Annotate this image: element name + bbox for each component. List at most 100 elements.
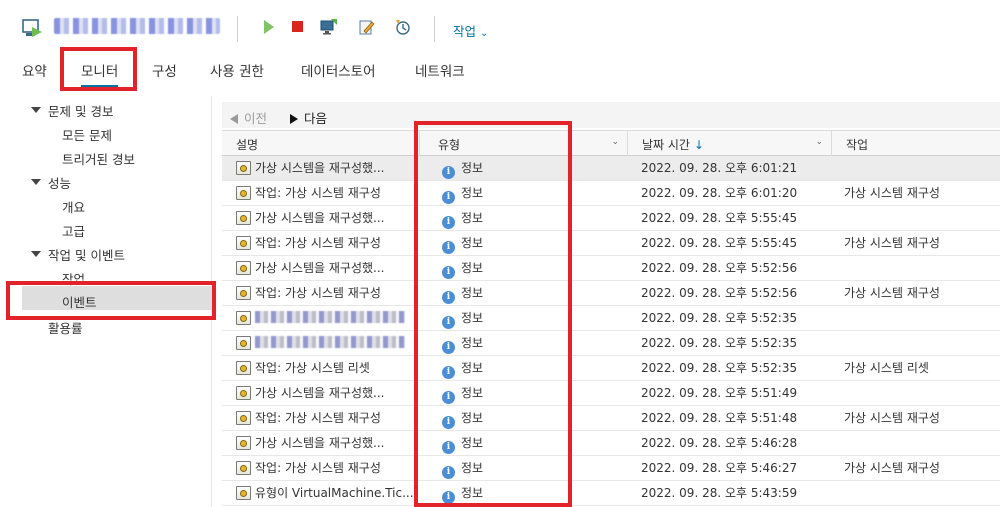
next-button[interactable]: 다음 [290,108,327,127]
prev-button[interactable]: 이전 [230,108,267,127]
arrow-left-icon [230,114,238,124]
cell-description: 가상 시스템을 재구성했... [236,156,416,180]
type-text: 정보 [461,411,484,425]
cell-description: 가상 시스템을 재구성했... [236,256,416,280]
cell-task[interactable]: 가상 시스템 리셋 [844,356,1000,380]
toolbar-divider [434,16,435,42]
description-text: 가상 시스템을 재구성했... [255,386,385,400]
sidebar-item-triggered-alarms[interactable]: 트리거된 경보 [62,149,135,168]
info-icon: i [442,241,455,254]
tab-configure[interactable]: 구성 [152,60,177,80]
cell-type: i 정보 [442,281,612,305]
column-header-type[interactable]: 유형 ⌄ [424,131,628,156]
cell-type: i 정보 [442,406,612,430]
sidebar-section-performance[interactable]: 성능 [48,173,71,192]
table-row[interactable]: i 정보 2022. 09. 28. 오후 5:52:35 [222,306,1000,331]
filter-chevron-icon[interactable]: ⌄ [815,137,823,147]
cell-type: i 정보 [442,181,612,205]
type-text: 정보 [461,336,484,350]
description-text: 유형이 VirtualMachine.Tic... [255,486,414,500]
event-icon [236,236,251,250]
info-icon: i [442,366,455,379]
description-text: 작업: 가상 시스템 재구성 [255,286,381,300]
cell-description: 작업: 가상 시스템 재구성 [236,406,416,430]
table-row[interactable]: 가상 시스템을 재구성했... i 정보 2022. 09. 28. 오후 5:52:… [222,256,1000,281]
cell-task[interactable]: 가상 시스템 재구성 [844,231,1000,255]
sidebar-selected-background [22,286,212,310]
description-text: 작업: 가상 시스템 재구성 [255,186,381,200]
info-icon: i [442,191,455,204]
sidebar-section-issues-alarms[interactable]: 문제 및 경보 [48,101,113,120]
sidebar-item-all-issues[interactable]: 모든 문제 [62,125,112,144]
cell-task[interactable]: 가상 시스템 재구성 [844,406,1000,430]
table-row[interactable]: i 정보 2022. 09. 28. 오후 5:52:35 [222,331,1000,356]
sort-descending-icon: ↓ [693,138,705,152]
caret-down-icon[interactable] [31,107,41,113]
filter-chevron-icon[interactable]: ⌄ [611,137,619,147]
table-row[interactable]: 작업: 가상 시스템 재구성 i 정보 2022. 09. 28. 오후 5:52:5… [222,281,1000,306]
info-icon: i [442,391,455,404]
table-row[interactable]: 가상 시스템을 재구성했... i 정보 2022. 09. 28. 오후 5:46:… [222,431,1000,456]
cell-type: i 정보 [442,456,612,480]
column-header-task[interactable]: 작업 [832,131,1000,156]
table-row[interactable]: 유형이 VirtualMachine.Tic... i 정보 2022. 09. 28… [222,481,1000,506]
cell-type: i 정보 [442,231,612,255]
event-icon [236,261,251,275]
table-row[interactable]: 작업: 가상 시스템 재구성 i 정보 2022. 09. 28. 오후 5:46:2… [222,456,1000,481]
tab-bar: 요약 모니터 구성 사용 권한 데이터스토어 네트워크 [0,52,1000,88]
event-icon [236,311,251,325]
table-row[interactable]: 작업: 가상 시스템 재구성 i 정보 2022. 09. 28. 오후 5:55:4… [222,231,1000,256]
table-row[interactable]: 가상 시스템을 재구성했... i 정보 2022. 09. 28. 오후 6:01:… [222,156,1000,181]
table-row[interactable]: 작업: 가상 시스템 재구성 i 정보 2022. 09. 28. 오후 6:01:2… [222,181,1000,206]
column-header-datetime[interactable]: 날짜 시간 ↓ ⌄ [628,131,832,156]
column-header-description[interactable]: 설명 [222,131,420,156]
tab-permissions[interactable]: 사용 권한 [210,60,264,80]
cell-datetime: 2022. 09. 28. 오후 5:43:59 [641,486,798,500]
sidebar-item-advanced[interactable]: 고급 [62,221,85,240]
cell-description: 작업: 가상 시스템 재구성 [236,456,416,480]
table-row[interactable]: 가상 시스템을 재구성했... i 정보 2022. 09. 28. 오후 5:55:… [222,206,1000,231]
event-icon [236,361,251,375]
grid-header: 설명 유형 ⌄ 날짜 시간 ↓ ⌄ 작업 [222,130,1000,156]
launch-console-icon[interactable] [320,18,338,36]
cell-description: 가상 시스템을 재구성했... [236,381,416,405]
actions-label: 작업 [453,24,477,39]
snapshot-icon[interactable] [394,18,412,36]
event-icon [236,336,251,350]
table-row[interactable]: 가상 시스템을 재구성했... i 정보 2022. 09. 28. 오후 5:51:… [222,381,1000,406]
caret-down-icon[interactable] [31,251,41,257]
tab-summary[interactable]: 요약 [22,60,47,80]
table-row[interactable]: 작업: 가상 시스템 재구성 i 정보 2022. 09. 28. 오후 5:51:4… [222,406,1000,431]
actions-menu[interactable]: 작업 ⌄ [453,21,488,40]
cell-task[interactable]: 가상 시스템 재구성 [844,456,1000,480]
type-text: 정보 [461,311,484,325]
cell-type: i 정보 [442,481,612,505]
cell-description: 작업: 가상 시스템 재구성 [236,231,416,255]
info-icon: i [442,491,455,504]
info-icon: i [442,291,455,304]
tab-datastores[interactable]: 데이터스토어 [301,60,376,80]
tab-monitor[interactable]: 모니터 [81,60,119,88]
caret-down-icon[interactable] [31,179,41,185]
column-label: 날짜 시간 [642,138,690,152]
cell-task [844,381,1000,405]
cell-datetime: 2022. 09. 28. 오후 5:52:35 [641,336,798,350]
cell-task[interactable]: 가상 시스템 재구성 [844,181,1000,205]
cell-description: 가상 시스템을 재구성했... [236,206,416,230]
cell-task [844,156,1000,180]
sidebar-item-utilization[interactable]: 활용률 [48,318,83,337]
sidebar-item-events[interactable]: 이벤트 [62,292,97,311]
sidebar-section-tasks-events[interactable]: 작업 및 이벤트 [48,245,125,264]
table-row[interactable]: 작업: 가상 시스템 리셋 i 정보 2022. 09. 28. 오후 5:52:35… [222,356,1000,381]
edit-settings-icon[interactable] [358,18,376,36]
tab-networks[interactable]: 네트워크 [415,60,465,80]
cell-type: i 정보 [442,381,612,405]
type-text: 정보 [461,436,484,450]
power-on-icon[interactable] [260,18,278,36]
cell-datetime: 2022. 09. 28. 오후 5:52:35 [641,311,798,325]
cell-task[interactable]: 가상 시스템 재구성 [844,281,1000,305]
type-text: 정보 [461,261,484,275]
event-icon [236,411,251,425]
sidebar-item-overview[interactable]: 개요 [62,197,85,216]
power-off-icon[interactable] [289,18,307,36]
